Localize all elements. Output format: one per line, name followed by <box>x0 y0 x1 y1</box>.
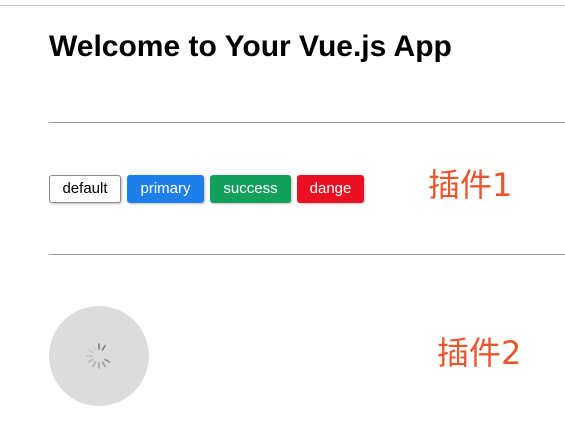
primary-button[interactable]: primary <box>127 175 204 203</box>
plugin1-label: 插件1 <box>428 166 513 204</box>
page-title: Welcome to Your Vue.js App <box>49 30 452 63</box>
loading-spinner-icon <box>86 343 111 369</box>
plugin1-button-group: default primary success dange <box>49 175 364 203</box>
spinner-tick <box>101 361 106 368</box>
danger-button[interactable]: dange <box>297 175 364 203</box>
spinner-tick <box>87 358 94 363</box>
section-divider-2 <box>49 254 565 255</box>
spinner-tick <box>101 344 106 351</box>
spinner-tick <box>92 344 97 351</box>
spinner-tick <box>87 349 94 354</box>
top-divider <box>0 5 565 6</box>
spinner-tick <box>104 358 111 363</box>
spinner-tick <box>92 361 97 368</box>
app-page: Welcome to Your Vue.js App default prima… <box>0 0 565 430</box>
success-button[interactable]: success <box>210 175 291 203</box>
default-button[interactable]: default <box>49 175 121 203</box>
plugin2-label: 插件2 <box>437 334 522 372</box>
section-divider-1 <box>49 122 565 123</box>
loading-indicator <box>49 306 149 406</box>
